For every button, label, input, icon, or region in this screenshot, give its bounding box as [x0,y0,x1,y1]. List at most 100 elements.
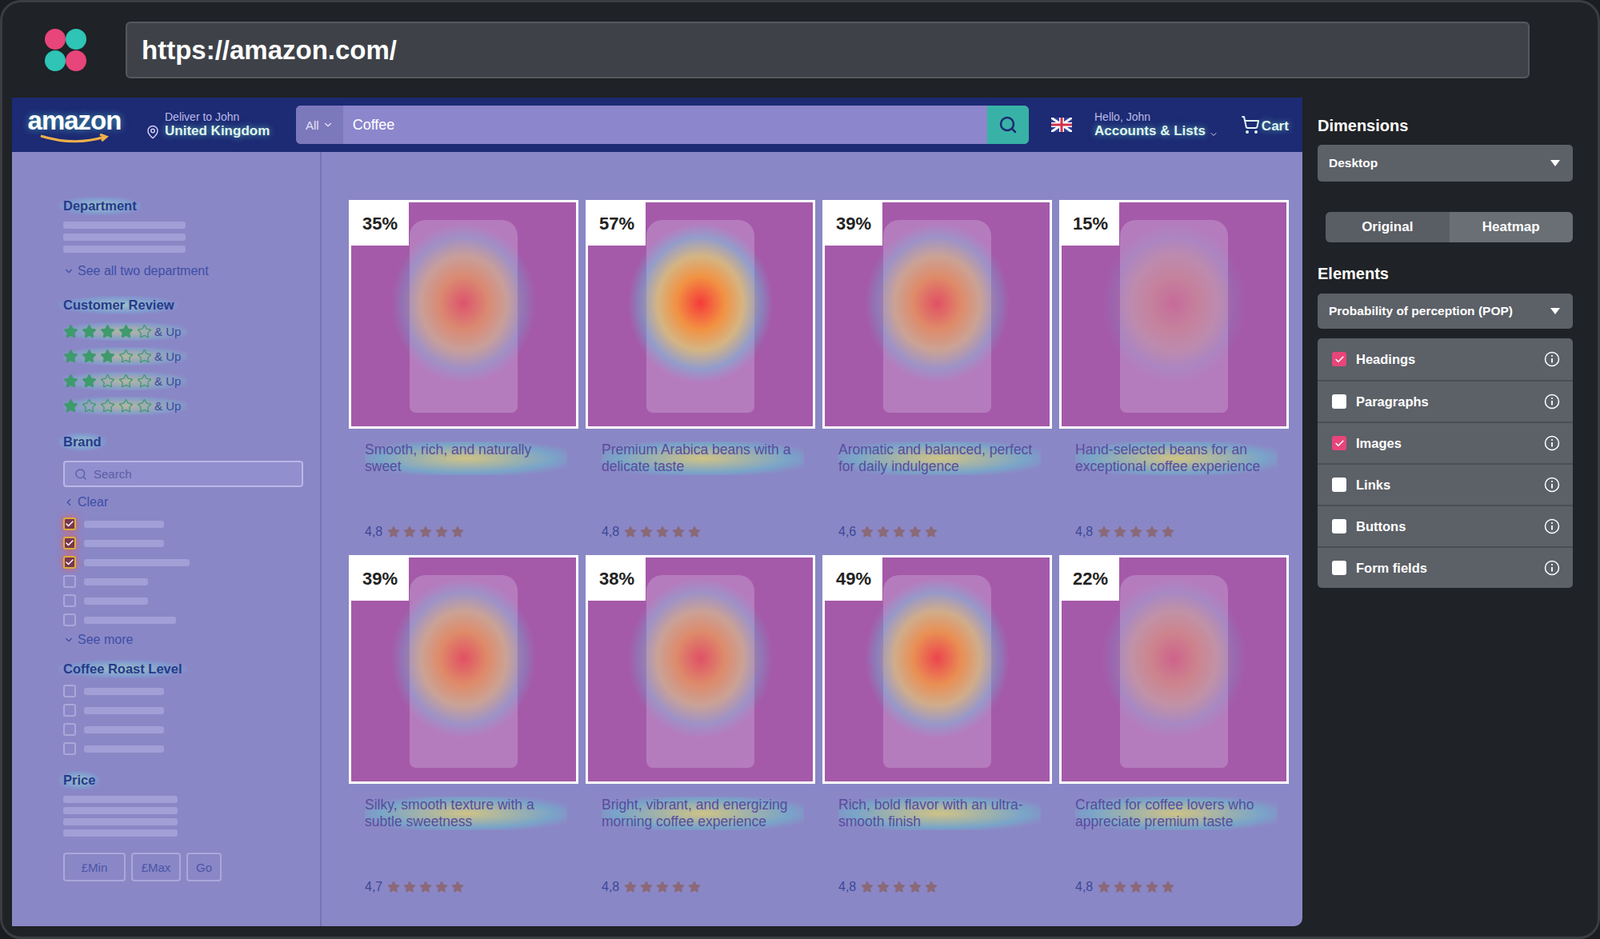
info-icon[interactable] [1544,435,1560,452]
brand-option[interactable] [63,552,304,572]
star-rating [860,880,938,894]
star-icon [387,525,400,539]
product-image[interactable]: 38% [585,555,816,784]
metric-select[interactable]: Probability of perception (POP) [1317,293,1573,329]
see-all-link[interactable]: See all two department [63,264,304,279]
info-icon[interactable] [1544,393,1560,410]
brand-list [63,514,304,630]
checkbox[interactable] [1332,436,1347,451]
brand-option[interactable] [63,591,304,611]
checkbox[interactable] [63,613,76,627]
checkbox[interactable] [1332,352,1347,367]
product-description[interactable]: Silky, smooth texture with a subtle swee… [364,796,568,831]
review-filter[interactable]: & Up [63,372,188,391]
go-button[interactable]: Go [186,852,222,882]
product-card[interactable]: 39% Aromatic and balanced, perfect for da… [822,200,1052,556]
brand-option[interactable] [63,533,304,553]
view-option[interactable]: Original [1325,212,1450,243]
element-option[interactable]: Form fields [1317,546,1573,588]
account-menu[interactable]: Hello, JohnAccounts & Lists [1094,110,1219,140]
element-option[interactable]: Links [1317,463,1573,505]
check-icon [64,538,75,548]
product-card[interactable]: 39% Silky, smooth texture with a subtle s… [348,555,579,911]
checkbox[interactable] [63,575,76,588]
product-image[interactable]: 35% [348,200,579,429]
deliver-to[interactable]: Deliver to JohnUnited Kingdom [145,110,274,140]
element-option[interactable]: Headings [1317,338,1573,380]
review-filter[interactable]: & Up [63,347,188,366]
star-icon [136,324,152,340]
product-description[interactable]: Bright, vibrant, and energizing morning … [601,796,804,831]
url-bar[interactable]: https://amazon.com/ [125,21,1530,79]
review-filter[interactable]: & Up [63,396,188,416]
pop-badge: 35% [351,202,409,246]
star-icon [1145,525,1159,539]
brand-option[interactable] [63,572,304,592]
product-card[interactable]: 15% Hand-selected beans for an exceptiona… [1059,200,1289,556]
product-image[interactable]: 15% [1059,200,1289,429]
category-select[interactable]: All [296,105,344,144]
checkbox[interactable] [63,517,76,531]
product-image[interactable]: 57% [585,200,816,429]
product-card[interactable]: 57% Premium Arabica beans with a delicate… [585,200,816,556]
see-more-link[interactable]: See more [63,632,304,648]
product-card[interactable]: 22% Crafted for coffee lovers who appreci… [1059,555,1289,911]
product-description[interactable]: Aromatic and balanced, perfect for daily… [838,441,1041,476]
star-rating [387,880,464,894]
info-icon[interactable] [1544,476,1560,493]
brand-search[interactable]: Search [63,460,304,488]
search-input[interactable]: Coffee [343,105,988,144]
element-option[interactable]: Images [1317,421,1573,464]
product-card[interactable]: 35%Smooth, rich, and naturally sweet4,8 [348,200,579,556]
brand-option[interactable] [63,610,304,630]
store-logo[interactable]: amazon [25,107,124,144]
checkbox[interactable] [63,684,76,698]
product-description[interactable]: Rich, bold flavor with an ultra-smooth f… [838,796,1041,831]
brand-option[interactable] [63,514,304,534]
info-icon[interactable] [1544,518,1560,535]
checkbox[interactable] [1332,519,1347,534]
star-icon [656,525,669,539]
review-filter[interactable]: & Up [63,322,188,341]
product-description[interactable]: Crafted for coffee lovers who appreciate… [1075,796,1278,831]
max-price-field[interactable]: £Max [131,852,181,882]
info-icon[interactable] [1544,560,1560,576]
product-image[interactable]: 49% [822,555,1052,784]
element-option[interactable]: Buttons [1317,504,1573,547]
clear-link[interactable]: Clear [63,495,304,510]
product-card[interactable]: 38% Bright, vibrant, and energizing morni… [585,555,816,911]
roast-option[interactable] [63,700,304,720]
product-description[interactable]: Premium Arabica beans with a delicate ta… [601,441,804,476]
checkbox[interactable] [63,742,76,756]
product-description[interactable]: Smooth, rich, and naturally sweet [364,441,568,476]
skeleton-line [63,829,178,837]
roast-option[interactable] [63,720,304,740]
checkbox[interactable] [1332,394,1347,409]
product-image[interactable]: 22% [1059,555,1289,784]
roast-option[interactable] [63,681,304,701]
product-image[interactable]: 39% [348,555,579,784]
checkbox[interactable] [1332,477,1347,492]
cart[interactable]: Cart [1240,115,1289,135]
element-option[interactable]: Paragraphs [1317,380,1573,422]
star-icon [624,525,637,539]
element-list: HeadingsParagraphsImagesLinksButtonsForm… [1317,338,1573,588]
checkbox[interactable] [63,594,76,608]
dimension-select[interactable]: Desktop [1317,144,1573,182]
checkbox[interactable] [63,723,76,736]
checkbox[interactable] [1332,560,1347,576]
uk-flag-icon[interactable] [1051,117,1072,132]
checkbox[interactable] [63,704,76,717]
checkbox[interactable] [63,536,76,550]
min-price-field[interactable]: £Min [63,852,126,882]
view-option[interactable]: Heatmap [1449,212,1574,243]
product-description[interactable]: Hand-selected beans for an exceptional c… [1075,441,1278,476]
product-card[interactable]: 49% Rich, bold flavor with an ultra-smoot… [822,555,1052,911]
star-icon [435,525,448,539]
product-image[interactable]: 39% [822,200,1052,429]
checkbox[interactable] [63,556,76,569]
star-icon [118,324,134,340]
search-button[interactable] [987,105,1029,144]
info-icon[interactable] [1544,351,1560,368]
roast-option[interactable] [63,739,304,759]
